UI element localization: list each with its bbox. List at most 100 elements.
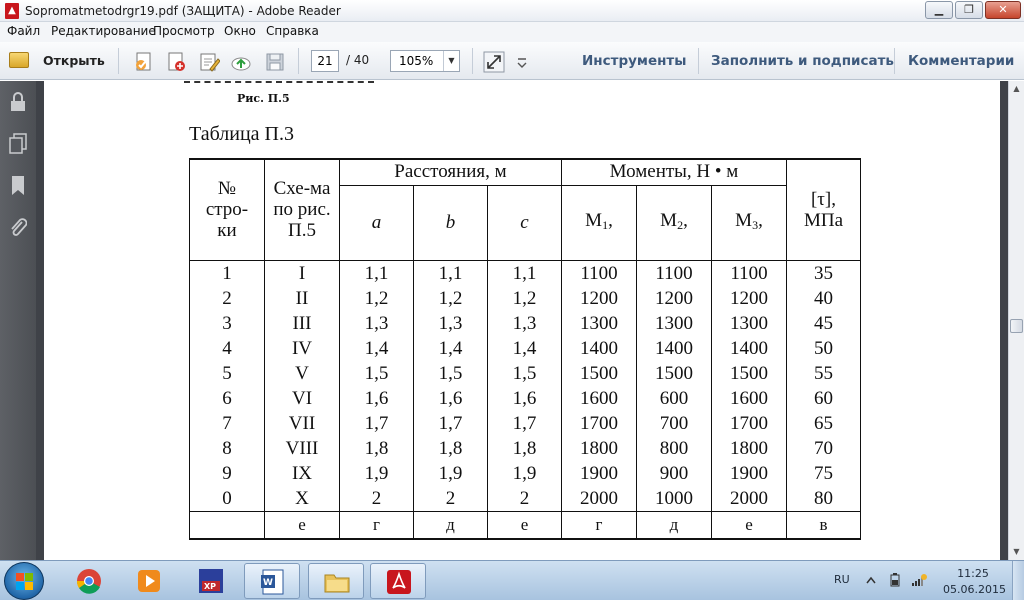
toolbar-separator — [698, 48, 699, 74]
open-button[interactable]: Открыть — [6, 50, 106, 72]
chrome-icon — [76, 569, 101, 594]
table-cell: 2 — [189, 285, 265, 311]
fullscreen-icon[interactable] — [483, 51, 505, 73]
menu-edit[interactable]: Редактирование — [51, 24, 156, 38]
scrollbar-thumb[interactable] — [1010, 319, 1023, 333]
menu-help[interactable]: Справка — [266, 24, 319, 38]
table-cell: 1,9 — [413, 460, 488, 486]
table-cell: 1,9 — [487, 460, 562, 486]
battery-icon[interactable] — [889, 573, 901, 587]
table-cell: е — [711, 510, 787, 540]
header-m2-letter: M — [660, 209, 678, 231]
menu-view[interactable]: Просмотр — [153, 24, 215, 38]
start-button[interactable] — [4, 562, 44, 600]
figure-caption: Рис. П.5 — [237, 92, 290, 105]
zoom-select[interactable]: 105% ▼ — [390, 50, 460, 72]
menu-file[interactable]: Файл — [7, 24, 40, 38]
taskbar-chrome[interactable] — [61, 563, 117, 599]
show-desktop-button[interactable] — [1012, 561, 1024, 600]
table-cell: 1 — [189, 259, 265, 286]
document-area[interactable]: Рис. П.5 Таблица П.3 № стро-ки Схе-ма по… — [36, 81, 1008, 560]
table-cell: 1100 — [711, 259, 787, 286]
toolbar-options-icon[interactable] — [515, 51, 529, 73]
comments-link[interactable]: Комментарии — [908, 53, 1014, 69]
table-cell: V — [264, 360, 340, 386]
taskbar-xp-save[interactable]: XP — [183, 563, 239, 599]
lock-icon[interactable] — [9, 91, 27, 113]
taskbar-adobe-reader[interactable] — [370, 563, 426, 599]
edit-form-icon[interactable] — [198, 51, 221, 73]
export-pdf-icon[interactable] — [165, 51, 187, 73]
table-cell: 1200 — [711, 285, 787, 311]
save-icon[interactable] — [264, 51, 286, 73]
table-cell: 2000 — [561, 485, 637, 511]
clock-time[interactable]: 11:25 — [943, 567, 1003, 580]
table-cell: 1,3 — [487, 310, 562, 336]
upload-cloud-icon[interactable] — [230, 51, 252, 73]
table-row: 6 VI 1,6 1,6 1,6 1600 600 1600 60 — [189, 385, 861, 411]
table-cell: 1600 — [561, 385, 637, 411]
taskbar: XP W RU 11:25 05.06.2015 — [0, 560, 1024, 600]
table-cell: 80 — [786, 485, 861, 511]
table-cell: 3 — [189, 310, 265, 336]
table-cell: 1,8 — [487, 435, 562, 461]
header-m1: M1, — [561, 184, 637, 261]
vertical-scrollbar[interactable]: ▲ ▼ — [1008, 81, 1024, 560]
close-button[interactable]: ✕ — [985, 1, 1021, 19]
table-cell: 1,1 — [413, 259, 488, 286]
page-number-input[interactable]: 21 — [311, 50, 339, 72]
minimize-button[interactable]: ▁ — [925, 1, 953, 19]
svg-text:XP: XP — [204, 582, 216, 591]
table-cell: 1400 — [711, 335, 787, 361]
table-cell: II — [264, 285, 340, 311]
chevron-down-icon[interactable]: ▼ — [443, 51, 459, 71]
taskbar-media-player[interactable] — [121, 563, 177, 599]
media-player-icon — [138, 570, 160, 592]
word-icon: W — [261, 569, 284, 595]
taskbar-file-explorer[interactable] — [308, 563, 364, 599]
bookmark-icon[interactable] — [9, 175, 27, 197]
table-cell: 1700 — [711, 410, 787, 436]
table-cell: 60 — [786, 385, 861, 411]
taskbar-word[interactable]: W — [244, 563, 300, 599]
table-cell: 1500 — [711, 360, 787, 386]
table-cell: 1200 — [636, 285, 712, 311]
table-row: 0 X 2 2 2 2000 1000 2000 80 — [189, 485, 861, 511]
tray-expand-icon[interactable] — [865, 573, 877, 587]
svg-text:W: W — [263, 578, 273, 588]
header-m2-comma: , — [683, 209, 688, 231]
clock-date[interactable]: 05.06.2015 — [943, 583, 1006, 596]
table-cell: 1,4 — [339, 335, 414, 361]
table-cell: 2000 — [711, 485, 787, 511]
table-cell: 1,5 — [487, 360, 562, 386]
table-cell: 1400 — [636, 335, 712, 361]
table-cell: 40 — [786, 285, 861, 311]
table-cell: 1100 — [561, 259, 637, 286]
page-total: / 40 — [346, 53, 370, 67]
table-cell: 45 — [786, 310, 861, 336]
language-indicator[interactable]: RU — [834, 573, 850, 586]
network-signal-icon[interactable] — [911, 573, 927, 587]
pages-icon[interactable] — [9, 133, 27, 155]
tools-link[interactable]: Инструменты — [582, 53, 686, 69]
create-pdf-icon[interactable] — [133, 51, 155, 73]
table-cell: X — [264, 485, 340, 511]
table-cell: 1,3 — [339, 310, 414, 336]
header-tau: [τ], МПа — [786, 158, 861, 261]
restore-button[interactable]: ❐ — [955, 1, 983, 19]
menu-window[interactable]: Окно — [224, 24, 256, 38]
title-bar: ▲ Sopromatmetodrgr19.pdf (ЗАЩИТА) - Adob… — [0, 0, 1024, 22]
fill-and-sign-link[interactable]: Заполнить и подписать — [711, 53, 894, 69]
table-row: 5 V 1,5 1,5 1,5 1500 1500 1500 55 — [189, 360, 861, 386]
restore-icon: ❐ — [964, 3, 974, 16]
table-cell: 7 — [189, 410, 265, 436]
attachment-icon[interactable] — [9, 217, 28, 239]
scroll-down-icon[interactable]: ▼ — [1009, 544, 1024, 560]
table-cell: 1,5 — [413, 360, 488, 386]
scroll-up-icon[interactable]: ▲ — [1009, 81, 1024, 97]
table-cell: 50 — [786, 335, 861, 361]
windows-logo-icon — [16, 573, 33, 590]
navigation-pane — [0, 81, 36, 560]
table-cell: 800 — [636, 435, 712, 461]
table-cell: д — [636, 510, 712, 540]
